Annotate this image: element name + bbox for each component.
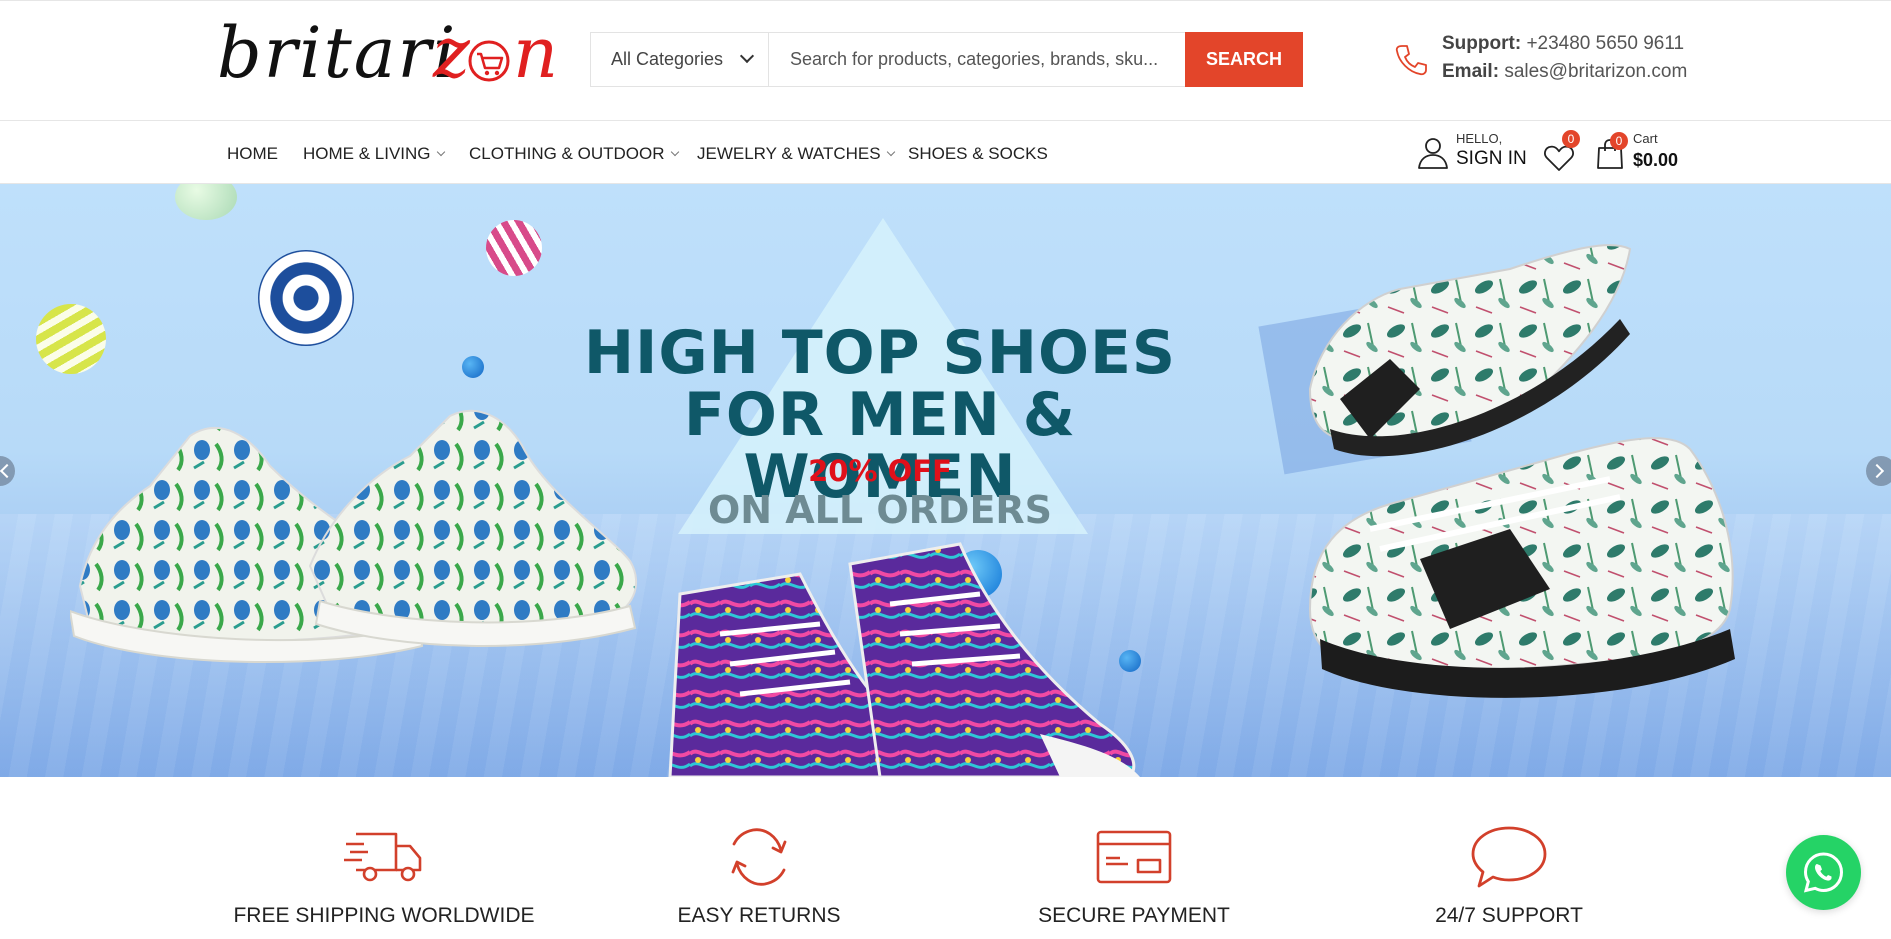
feature-easy-returns: EASY RETURNS (594, 820, 924, 939)
svg-text:n: n (513, 23, 560, 94)
support-phone[interactable]: Support: +23480 5650 9611 (1442, 33, 1684, 55)
search-bar: All Categories SEARCH (590, 32, 1303, 87)
hero-discount: 20% OFF (808, 454, 952, 488)
heart-icon (1544, 145, 1574, 171)
account-greeting: HELLO, (1456, 131, 1503, 146)
feature-support: 24/7 SUPPORT (1344, 820, 1674, 939)
phone-icon (1395, 45, 1427, 76)
cart-button[interactable]: 0 Cart $0.00 (1596, 131, 1706, 177)
cart-label: Cart (1633, 131, 1658, 146)
sneaker-image-right (1258, 244, 1735, 698)
nav-item-label: HOME & LIVING (303, 144, 431, 163)
account-signin[interactable]: HELLO, SIGN IN (1418, 131, 1528, 177)
whatsapp-icon (1803, 852, 1844, 893)
nav-item-label: HOME (227, 144, 278, 163)
slider-prev-button[interactable] (0, 456, 15, 486)
truck-icon (344, 832, 422, 882)
decorative-ball (36, 304, 106, 374)
category-select[interactable]: All Categories (591, 33, 769, 86)
nav-item-home[interactable]: HOME (227, 144, 278, 164)
chevron-down-icon (436, 147, 445, 157)
svg-text:z: z (432, 23, 472, 94)
support-email-value: sales@britarizon.com (1504, 61, 1688, 82)
nav-item-clothing-outdoor[interactable]: CLOTHING & OUTDOOR (469, 144, 679, 164)
slider-next-button[interactable] (1866, 456, 1891, 486)
chat-bubble-icon (1471, 826, 1547, 888)
feature-label: SECURE PAYMENT (1038, 904, 1230, 927)
hero-slider: HIGH TOP SHOES FOR MEN & WOMEN 20% OFF O… (0, 184, 1891, 777)
nav-item-shoes-socks[interactable]: SHOES & SOCKS (908, 144, 1048, 164)
decorative-ball (462, 356, 484, 378)
user-icon (1418, 138, 1448, 169)
chevron-down-icon (670, 147, 679, 157)
search-button[interactable]: SEARCH (1185, 32, 1303, 87)
search-input[interactable] (769, 33, 1185, 86)
support-email-label: Email: (1442, 61, 1500, 82)
feature-free-shipping: FREE SHIPPING WORLDWIDE (219, 820, 549, 939)
logo-graphic: britari z n (217, 12, 560, 94)
hero-subtitle: ON ALL ORDERS (707, 488, 1053, 532)
decorative-ball (175, 184, 237, 220)
nav-item-label: JEWELRY & WATCHES (697, 144, 881, 163)
page: britari z n All Categories SEARCH (0, 0, 1891, 939)
wishlist-count-badge: 0 (1562, 130, 1580, 148)
whatsapp-chat-button[interactable] (1786, 835, 1861, 910)
category-select-value: All Categories (611, 49, 724, 69)
cart-count-badge: 0 (1610, 132, 1628, 150)
hightop-image-center (668, 542, 1140, 777)
chevron-down-icon (886, 147, 895, 157)
refresh-icon (731, 828, 787, 886)
feature-label: FREE SHIPPING WORLDWIDE (233, 904, 535, 927)
wishlist-button[interactable]: 0 (1544, 130, 1584, 174)
support-contact: Support: +23480 5650 9611 Email: sales@b… (1394, 31, 1694, 91)
nav-item-label: SHOES & SOCKS (908, 144, 1048, 163)
support-phone-label: Support: (1442, 33, 1522, 54)
cart-total: $0.00 (1633, 150, 1679, 170)
sneaker-image-left (70, 410, 637, 663)
nav-item-home-living[interactable]: HOME & LIVING (303, 144, 445, 164)
nav-item-label: CLOTHING & OUTDOOR (469, 144, 665, 163)
nav-item-jewelry-watches[interactable]: JEWELRY & WATCHES (697, 144, 895, 164)
top-header: britari z n All Categories SEARCH (0, 0, 1891, 121)
feature-label: EASY RETURNS (677, 904, 841, 927)
decorative-ball (486, 220, 542, 276)
support-email[interactable]: Email: sales@britarizon.com (1442, 61, 1687, 83)
hero-title-line1: HIGH TOP SHOES (583, 318, 1177, 388)
decorative-ball (258, 250, 354, 346)
signin-label: SIGN IN (1456, 148, 1527, 169)
support-phone-value: +23480 5650 9611 (1526, 33, 1685, 54)
feature-label: 24/7 SUPPORT (1435, 904, 1583, 927)
svg-text:britari: britari (217, 23, 457, 94)
credit-card-icon (1096, 830, 1172, 884)
brand-logo[interactable]: britari z n (217, 12, 562, 95)
chevron-down-icon (739, 48, 755, 64)
feature-secure-payment: SECURE PAYMENT (969, 820, 1299, 939)
